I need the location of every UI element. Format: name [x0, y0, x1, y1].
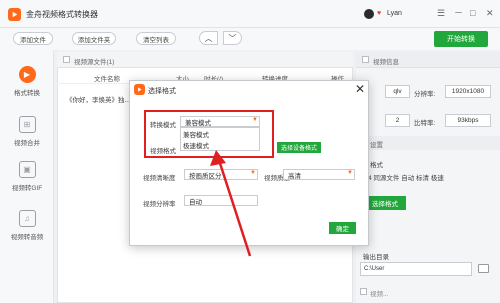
maximize-icon[interactable]: □	[470, 8, 475, 18]
info-panel-title: 视频信息	[373, 59, 399, 66]
play-circle-icon: ▶	[18, 66, 36, 83]
close-icon[interactable]: ✕	[486, 8, 494, 18]
clarity-select[interactable]: 按画质区分	[184, 169, 258, 180]
username[interactable]: Lyan	[387, 10, 402, 17]
bitrate-field[interactable]: 93kbps	[445, 114, 491, 127]
app-logo-icon	[8, 8, 21, 21]
sidebar-item-format-convert[interactable]: ▶ 格式转换	[0, 60, 54, 106]
format-value-field[interactable]: qlv	[385, 85, 410, 98]
resolution-label: 分辨率:	[414, 91, 436, 98]
sidebar-item-label: 视频转GIF	[11, 185, 43, 192]
output-dir-label: 输出目录	[363, 254, 389, 261]
dialog-close-icon[interactable]: ✕	[355, 83, 365, 95]
clear-list-button[interactable]: 清空列表	[136, 32, 176, 45]
chevron-down-icon: ▼	[250, 170, 256, 176]
add-folder-button[interactable]: 添加文件夹	[72, 32, 116, 45]
format-section-label: 格式	[370, 162, 383, 169]
start-convert-button[interactable]: 开始转换	[434, 31, 488, 47]
quality-select[interactable]: 高清	[283, 169, 355, 180]
select-all-checkbox[interactable]	[63, 56, 70, 63]
move-down-button[interactable]: ﹀	[223, 31, 242, 45]
app-title: 金舟视频格式转换器	[26, 10, 98, 19]
settings-title: 设置	[370, 142, 383, 149]
sidebar-item-label: 视频合并	[14, 140, 40, 147]
dialog-logo-icon	[134, 84, 145, 95]
ok-button[interactable]: 确定	[329, 222, 356, 234]
info-header-icon	[362, 56, 369, 63]
choose-device-format-button[interactable]: 选择设备格式	[277, 142, 321, 153]
folder-icon[interactable]	[478, 264, 489, 273]
sidebar-item-video-gif[interactable]: ▣ 视频转GIF	[0, 155, 54, 201]
format-description: 4 同源文件 自动 标清 极速	[368, 175, 444, 182]
music-note-icon: ♫	[18, 210, 36, 227]
file-list-title: 视频源文件(1)	[74, 59, 115, 66]
file-name-cell: 《你好，李焕英》独...	[66, 97, 130, 104]
minimize-icon[interactable]: －	[454, 8, 463, 18]
clarity-label: 视频清晰度	[143, 175, 176, 182]
add-file-button[interactable]: 添加文件	[13, 32, 53, 45]
column-header-name: 文件名称	[94, 76, 120, 83]
user-avatar[interactable]	[364, 9, 374, 19]
highlight-box	[144, 110, 274, 158]
sidebar-item-video-audio[interactable]: ♫ 视频转音频	[0, 204, 54, 250]
merge-icon: ⊞	[18, 116, 36, 133]
frame-rate-field[interactable]: 2	[385, 114, 410, 127]
bottom-option-label: 视频...	[370, 291, 389, 298]
gif-icon: ▣	[18, 161, 36, 178]
sidebar-item-label: 视频转音频	[10, 234, 44, 241]
move-up-button[interactable]: ︿	[199, 31, 218, 45]
sidebar-item-video-merge[interactable]: ⊞ 视频合并	[0, 110, 54, 156]
resolution-label: 视频分辨率	[143, 201, 176, 208]
chevron-down-icon: ▼	[347, 170, 353, 176]
resolution-select[interactable]: 自动	[184, 195, 258, 206]
clarity-value: 按画质区分	[189, 172, 222, 180]
sidebar-item-label: 格式转换	[14, 90, 40, 97]
heart-icon: ♥	[377, 10, 382, 17]
menu-icon[interactable]: ☰	[437, 8, 445, 18]
bitrate-label: 比特率:	[414, 120, 436, 127]
bottom-option-checkbox[interactable]	[360, 288, 367, 295]
choose-format-button[interactable]: 选择格式	[364, 196, 406, 210]
output-path-field[interactable]: C:\User	[360, 262, 472, 276]
dialog-title: 选择格式	[148, 88, 176, 95]
resolution-field[interactable]: 1920x1080	[445, 85, 491, 98]
quality-value: 高清	[288, 172, 301, 180]
resolution-value: 自动	[189, 198, 202, 206]
